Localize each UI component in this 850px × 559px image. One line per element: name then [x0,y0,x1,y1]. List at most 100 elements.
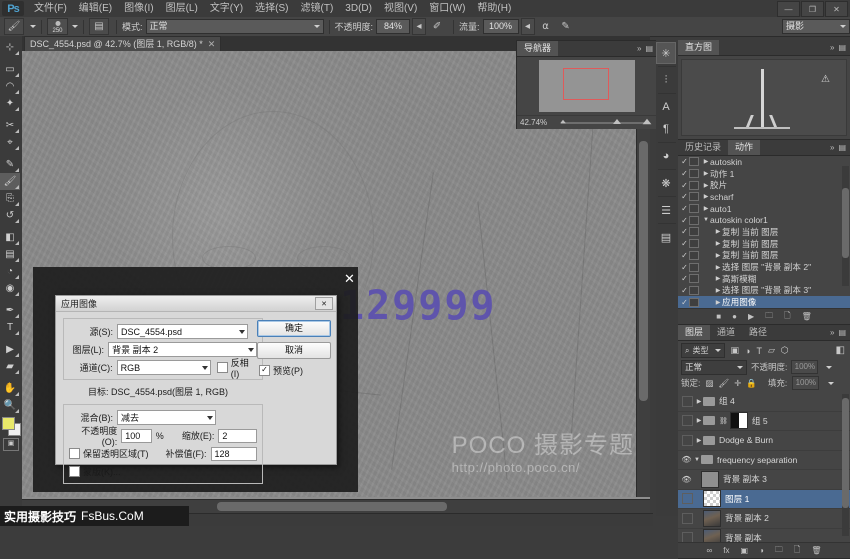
histogram-rail-icon[interactable]: ✳ [656,42,676,64]
layer-thumbnail[interactable] [703,490,721,507]
layer-visibility-icon[interactable]: 👁 [680,475,693,484]
action-twisty-icon[interactable]: ▶ [714,228,722,235]
tab-histogram[interactable]: 直方图 [678,40,719,55]
navigator-view-rect[interactable] [563,68,609,100]
layers-list[interactable]: ▶组 4▶⛓组 5▶Dodge & Burn👁▼frequency separa… [678,392,850,542]
actions-list[interactable]: ✓▶autoskin✓▶动作 1✓▶胶片✓▶scharf✓▶auto1✓▼aut… [678,156,850,308]
tab-history[interactable]: 历史记录 [678,140,728,155]
history-brush-tool[interactable]: ↺ [0,207,20,224]
close-button[interactable]: ✕ [825,1,848,17]
channel-select[interactable]: RGB [117,360,211,375]
adjustments-rail-icon[interactable]: ⫶ [656,69,676,91]
action-enabled-check-icon[interactable]: ✓ [680,251,689,260]
action-dialog-toggle[interactable] [689,227,699,236]
layer-lock-icons[interactable]: ▨🖌✛🔒 [705,378,757,389]
action-twisty-icon[interactable]: ▼ [702,217,710,223]
action-row[interactable]: ✓▶选择 图层 "背景 副本 2" [678,261,850,273]
scroll-thumb[interactable] [842,398,849,508]
action-dialog-toggle[interactable] [689,169,699,178]
panel-menu-icon[interactable]: ▤ [838,328,846,337]
layer-blend-mode-select[interactable]: 正常 [681,360,747,375]
cancel-button[interactable]: 取消 [257,342,331,359]
menu-item-1[interactable]: 编辑(E) [73,0,118,17]
layer-filter-icons[interactable]: ▣◑T▱⬡ [730,345,788,356]
airbrush-mode-icon[interactable]: ⍺ [537,19,555,34]
scale-input[interactable]: 2 [218,429,257,443]
action-enabled-check-icon[interactable]: ✓ [680,274,689,283]
filter-shape-icon[interactable]: ▱ [768,345,775,356]
opacity-pressure-icon[interactable]: ◂ [412,18,426,35]
action-dialog-toggle[interactable] [689,157,699,166]
workspace-select[interactable]: 摄影 [782,19,850,34]
collapse-icon[interactable]: » [830,43,834,52]
dialog-opacity-input[interactable]: 100 [121,429,152,443]
new-action-icon[interactable]: 🗋 [784,310,790,324]
action-row[interactable]: ✓▶选择 图层 "背景 副本 3" [678,285,850,297]
action-enabled-check-icon[interactable]: ✓ [680,263,689,272]
tab-paths[interactable]: 路径 [742,325,774,340]
lock-all-icon[interactable]: 🔒 [746,378,757,389]
offset-input[interactable]: 128 [211,447,257,461]
source-select[interactable]: DSC_4554.psd [117,324,248,339]
scroll-thumb[interactable] [639,141,648,401]
ok-button[interactable]: 确定 [257,320,331,337]
menu-item-3[interactable]: 图层(L) [160,0,204,17]
action-enabled-check-icon[interactable]: ✓ [680,157,689,166]
character-rail-icon[interactable]: A [656,96,676,118]
brush-tool-preset-icon[interactable]: 🖌 [4,18,24,35]
action-row[interactable]: ✓▶autoskin [678,156,850,168]
layer-fill-value[interactable]: 100% [792,376,819,390]
brushes-rail-icon[interactable]: ❋ [656,172,676,194]
minimize-button[interactable]: — [777,1,800,17]
tab-layers[interactable]: 图层 [678,325,710,340]
new-set-icon[interactable]: 🗀 [765,310,773,324]
layer-row[interactable]: ▶组 4 [678,392,850,412]
preserve-transparency-checkbox[interactable]: 保留透明区域(T) [69,447,149,460]
fill-chevron-icon[interactable] [828,382,834,385]
move-tool[interactable]: ⊹ [0,39,20,56]
layer-visibility-icon[interactable] [682,415,693,426]
navigator-thumbnail[interactable] [539,60,635,112]
navigator-thumbnail-area[interactable] [517,57,657,115]
preview-checkbox[interactable]: ✓ 预览(P) [259,364,303,377]
layers-panel-controls[interactable]: » ▤ [830,328,850,337]
action-twisty-icon[interactable]: ▶ [714,299,722,306]
hand-tool[interactable]: ✋ [0,380,20,397]
action-dialog-toggle[interactable] [689,181,699,190]
layer-group-twisty-icon[interactable]: ▼ [693,457,701,463]
action-row[interactable]: ✓▶胶片 [678,179,850,191]
filter-type-icon[interactable]: T [756,346,762,356]
foreground-color-swatch[interactable] [2,417,15,430]
layer-visibility-icon[interactable] [682,513,693,524]
action-row[interactable]: ✓▶应用图像 [678,296,850,308]
action-twisty-icon[interactable]: ▶ [702,182,710,189]
tab-channels[interactable]: 通道 [710,325,742,340]
delete-layer-icon[interactable]: 🗑 [811,546,821,555]
panel-menu-icon[interactable]: ▤ [838,43,846,52]
paragraph-rail-icon[interactable]: ¶ [656,118,676,140]
layer-thumbnail[interactable] [703,529,721,542]
quick-select-tool[interactable]: ✦ [0,95,20,112]
blur-tool[interactable]: ◔ [0,263,20,280]
action-row[interactable]: ✓▶动作 1 [678,168,850,180]
marquee-tool[interactable]: ▭ [0,61,20,78]
action-enabled-check-icon[interactable]: ✓ [680,181,689,190]
action-twisty-icon[interactable]: ▶ [714,275,722,282]
action-dialog-toggle[interactable] [689,263,699,272]
actions-panel-controls[interactable]: » ▤ [830,143,850,152]
action-dialog-toggle[interactable] [689,204,699,213]
action-enabled-check-icon[interactable]: ✓ [680,216,689,225]
action-twisty-icon[interactable]: ▶ [702,193,710,200]
link-layers-icon[interactable]: ∞ [707,546,713,555]
layers-scrollbar[interactable] [842,394,849,536]
tab-navigator[interactable]: 导航器 [517,41,558,56]
panel-menu-icon[interactable]: ▤ [838,143,846,152]
airbrush-icon[interactable]: ✐ [428,19,446,34]
menu-item-4[interactable]: 文字(Y) [204,0,249,17]
action-enabled-check-icon[interactable]: ✓ [680,286,689,295]
delete-icon[interactable]: 🗑 [802,312,812,321]
layer-group-twisty-icon[interactable]: ▶ [695,437,703,444]
layer-thumbnail[interactable] [703,510,721,527]
action-twisty-icon[interactable]: ▶ [714,240,722,247]
action-row[interactable]: ✓▼autoskin color1 [678,214,850,226]
